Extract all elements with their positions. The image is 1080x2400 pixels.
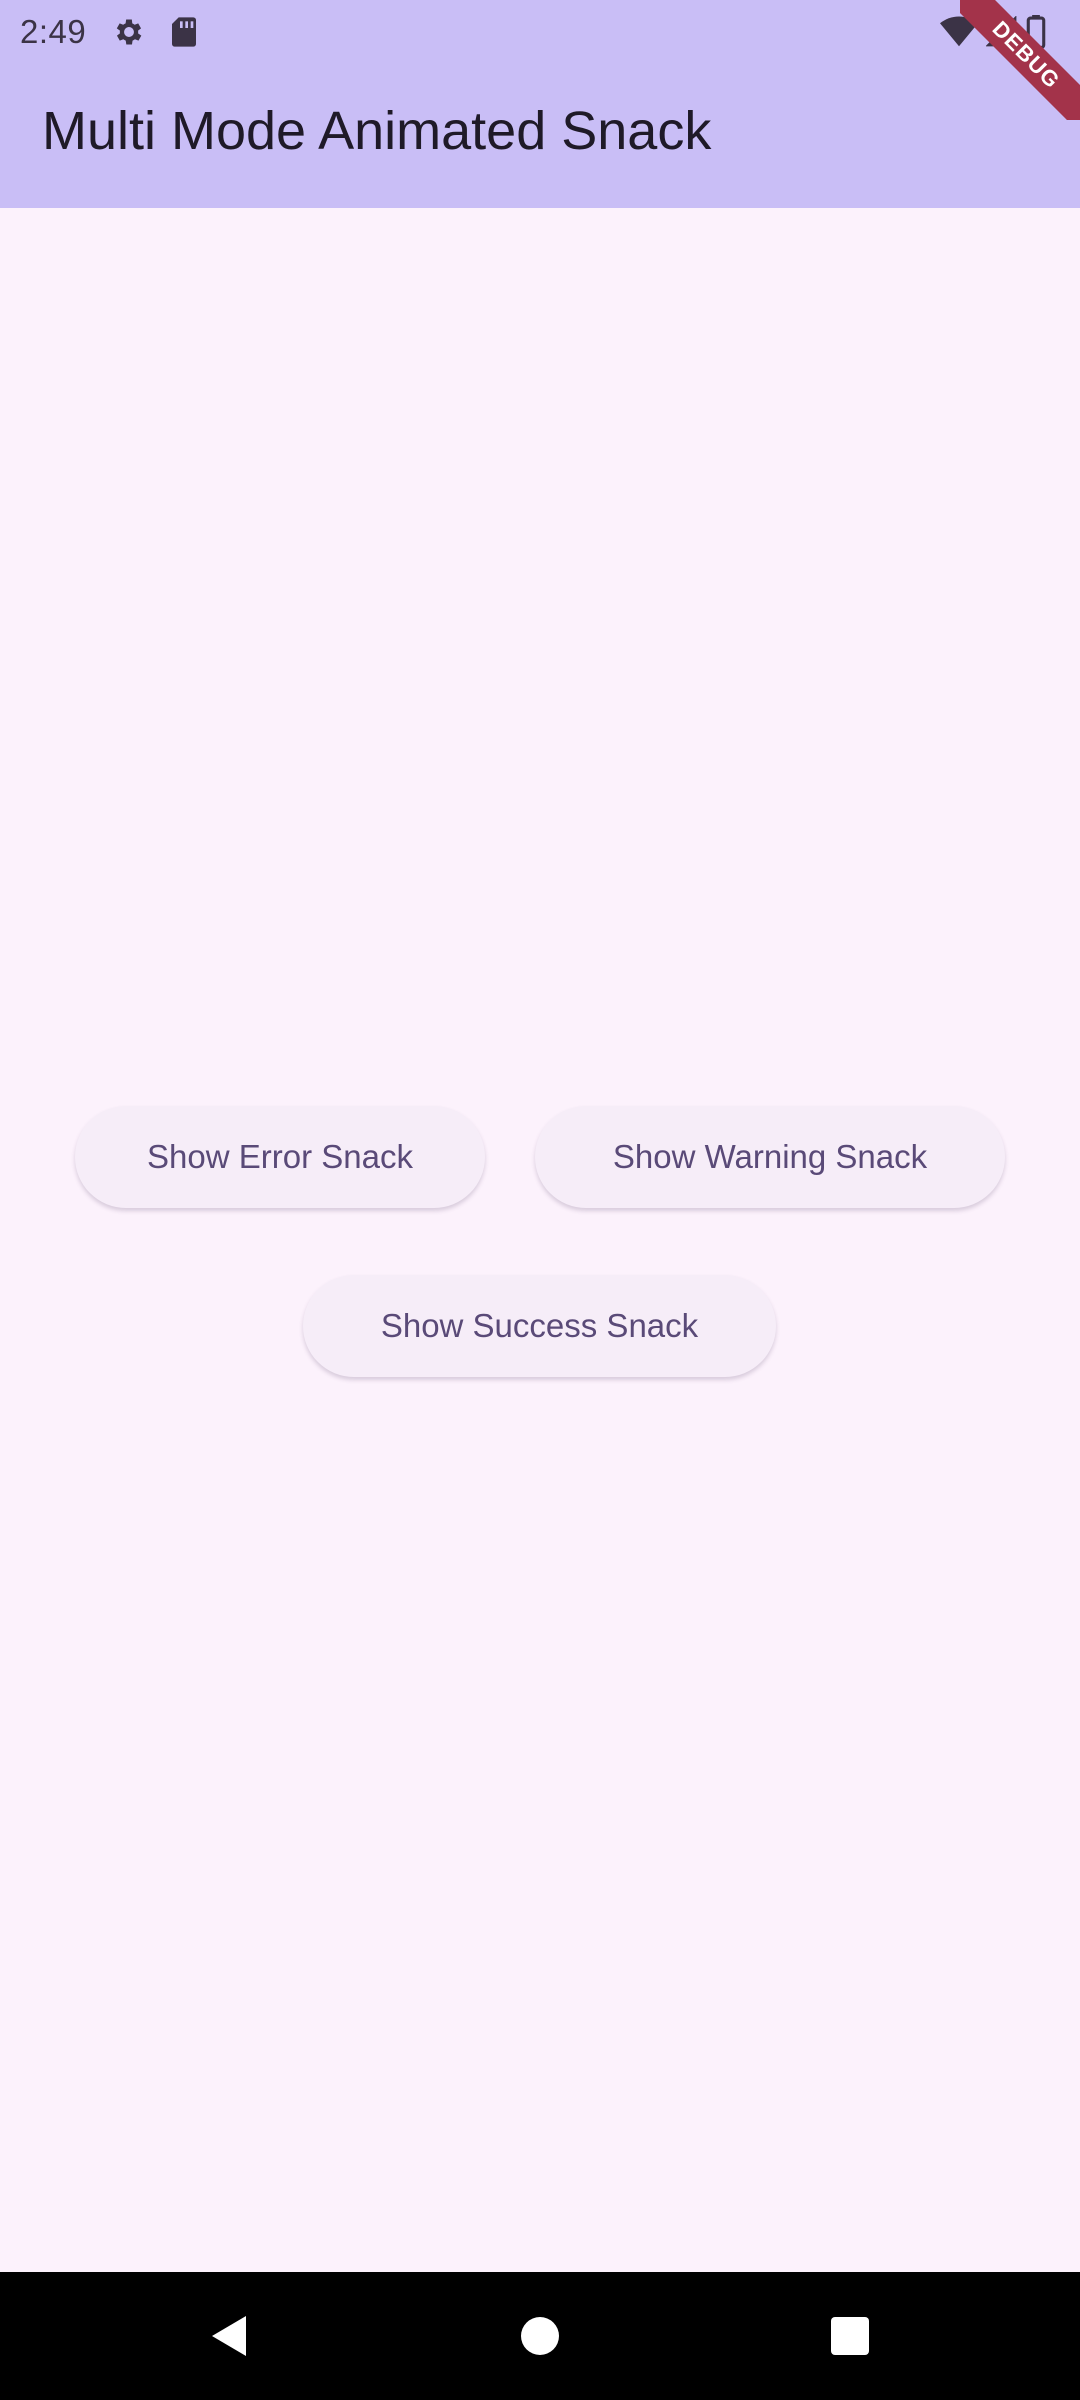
recents-icon[interactable] bbox=[810, 2272, 890, 2400]
debug-banner: DEBUG bbox=[960, 0, 1080, 120]
system-nav-bar bbox=[0, 2272, 1080, 2400]
settings-gear-icon bbox=[112, 15, 146, 49]
home-icon[interactable] bbox=[500, 2272, 580, 2400]
main-content bbox=[0, 208, 1080, 2272]
status-time: 2:49 bbox=[20, 12, 87, 50]
show-error-snack-button[interactable]: Show Error Snack bbox=[75, 1106, 485, 1208]
show-warning-snack-button[interactable]: Show Warning Snack bbox=[535, 1106, 1005, 1208]
show-success-snack-button[interactable]: Show Success Snack bbox=[303, 1275, 776, 1377]
debug-ribbon-label: DEBUG bbox=[960, 0, 1080, 120]
back-icon[interactable] bbox=[190, 2272, 270, 2400]
status-bar: 2:49 bbox=[0, 0, 1080, 63]
sd-card-icon bbox=[170, 16, 198, 48]
app-title: Multi Mode Animated Snack bbox=[42, 101, 712, 161]
app-bar: 2:49 Multi Mode Animated Snack DEBUG bbox=[0, 0, 1080, 208]
